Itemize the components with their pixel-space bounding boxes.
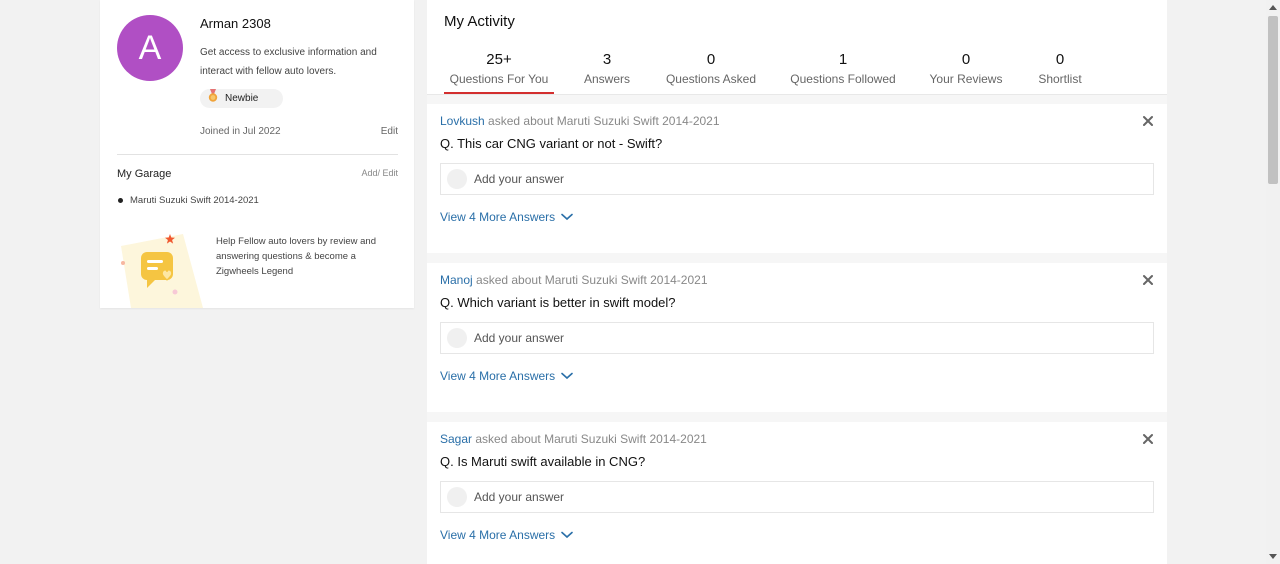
tab-label: Questions Asked <box>665 72 757 86</box>
tab-questions-for-you[interactable]: 25+ Questions For You <box>444 50 554 94</box>
scroll-down-icon[interactable] <box>1266 550 1280 564</box>
garage-add-edit-link[interactable]: Add/ Edit <box>361 168 398 178</box>
answer-input[interactable]: Add your answer <box>440 322 1154 354</box>
question-author[interactable]: Sagar <box>440 432 472 446</box>
tab-count: 1 <box>838 51 848 68</box>
tab-label: Answers <box>583 72 630 86</box>
question-card: Manoj asked about Maruti Suzuki Swift 20… <box>427 263 1167 412</box>
question-author[interactable]: Manoj <box>440 273 473 287</box>
question-author[interactable]: Lovkush <box>440 114 485 128</box>
activity-panel: My Activity 25+ Questions For You 3 Answ… <box>427 0 1167 564</box>
view-more-answers-label: View 4 More Answers <box>440 528 556 542</box>
tab-answers[interactable]: 3 Answers <box>554 50 660 94</box>
question-meta: Sagar asked about Maruti Suzuki Swift 20… <box>440 432 707 446</box>
tab-count: 0 <box>961 51 971 68</box>
tab-count: 3 <box>602 51 612 68</box>
garage-item[interactable]: Maruti Suzuki Swift 2014-2021 <box>118 195 259 206</box>
avatar: A <box>117 15 183 81</box>
user-avatar-icon <box>447 487 467 507</box>
bullet-icon <box>118 198 123 203</box>
question-about: asked about Maruti Suzuki Swift 2014-202… <box>476 273 708 287</box>
view-more-answers-label: View 4 More Answers <box>440 210 556 224</box>
close-icon[interactable] <box>1141 114 1155 128</box>
question-text[interactable]: Q. Which variant is better in swift mode… <box>440 295 676 310</box>
question-card: Sagar asked about Maruti Suzuki Swift 20… <box>427 422 1167 564</box>
joined-date: Joined in Jul 2022 <box>200 126 281 137</box>
chevron-down-icon <box>561 210 573 224</box>
promo-text: Help Fellow auto lovers by review and an… <box>216 236 376 277</box>
tab-label: Questions For You <box>449 72 549 86</box>
medal-icon <box>207 89 219 108</box>
tab-your-reviews[interactable]: 0 Your Reviews <box>924 50 1008 94</box>
profile-card: A Arman 2308 Get access to exclusive inf… <box>100 0 414 308</box>
question-text[interactable]: Q. Is Maruti swift available in CNG? <box>440 454 645 469</box>
view-more-answers-link[interactable]: View 4 More Answers <box>440 210 573 224</box>
question-separator <box>427 412 1167 422</box>
tab-label: Your Reviews <box>929 72 1003 86</box>
question-about: asked about Maruti Suzuki Swift 2014-202… <box>475 432 707 446</box>
status-badge: Newbie <box>200 89 283 108</box>
feed-gap <box>427 95 1167 104</box>
answer-placeholder: Add your answer <box>474 331 565 345</box>
tab-questions-followed[interactable]: 1 Questions Followed <box>762 50 924 94</box>
divider <box>117 154 398 155</box>
close-icon[interactable] <box>1141 432 1155 446</box>
close-icon[interactable] <box>1141 273 1155 287</box>
view-more-answers-label: View 4 More Answers <box>440 369 556 383</box>
user-avatar-icon <box>447 328 467 348</box>
scrollbar[interactable] <box>1266 0 1280 564</box>
chat-heart-icon <box>117 230 207 308</box>
tab-count: 0 <box>706 51 716 68</box>
page-title: My Activity <box>444 13 515 30</box>
answer-placeholder: Add your answer <box>474 172 565 186</box>
chevron-down-icon <box>561 369 573 383</box>
view-more-answers-link[interactable]: View 4 More Answers <box>440 528 573 542</box>
answer-placeholder: Add your answer <box>474 490 565 504</box>
tab-questions-asked[interactable]: 0 Questions Asked <box>660 50 762 94</box>
question-text[interactable]: Q. This car CNG variant or not - Swift? <box>440 136 662 151</box>
view-more-answers-link[interactable]: View 4 More Answers <box>440 369 573 383</box>
scroll-up-icon[interactable] <box>1266 0 1280 14</box>
chevron-down-icon <box>561 528 573 542</box>
user-avatar-icon <box>447 169 467 189</box>
question-separator <box>427 253 1167 263</box>
edit-profile-link[interactable]: Edit <box>381 126 398 137</box>
question-meta: Lovkush asked about Maruti Suzuki Swift … <box>440 114 720 128</box>
scrollbar-thumb[interactable] <box>1268 16 1278 184</box>
tab-count: 0 <box>1055 51 1065 68</box>
answer-input[interactable]: Add your answer <box>440 481 1154 513</box>
tab-shortlist[interactable]: 0 Shortlist <box>1008 50 1112 94</box>
tab-count: 25+ <box>486 51 512 68</box>
garage-item-label: Maruti Suzuki Swift 2014-2021 <box>130 195 259 206</box>
question-card: Lovkush asked about Maruti Suzuki Swift … <box>427 104 1167 253</box>
user-description: Get access to exclusive information and … <box>200 47 377 77</box>
answer-input[interactable]: Add your answer <box>440 163 1154 195</box>
badge-label: Newbie <box>225 93 259 104</box>
tab-label: Questions Followed <box>790 72 896 86</box>
garage-title: My Garage <box>117 168 172 180</box>
question-about: asked about Maruti Suzuki Swift 2014-202… <box>488 114 720 128</box>
activity-tabs: 25+ Questions For You 3 Answers 0 Questi… <box>444 50 1112 94</box>
tab-label: Shortlist <box>1038 72 1082 86</box>
question-meta: Manoj asked about Maruti Suzuki Swift 20… <box>440 273 708 287</box>
user-name: Arman 2308 <box>200 16 271 31</box>
avatar-letter: A <box>138 28 162 67</box>
